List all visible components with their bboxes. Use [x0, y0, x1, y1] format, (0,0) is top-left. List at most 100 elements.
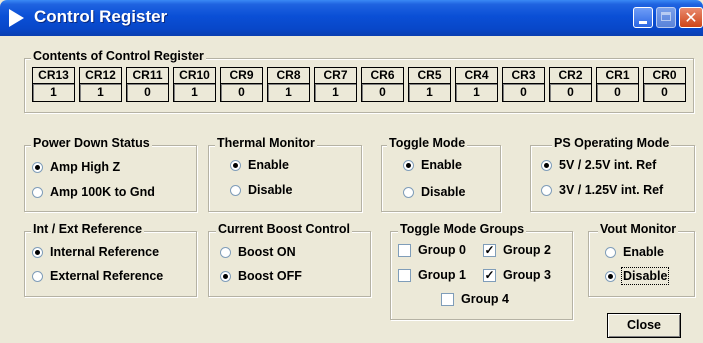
register-bit-value: 0 [361, 84, 404, 102]
group-1-checkbox-row[interactable]: Group 1 [398, 268, 466, 282]
reference-option-external[interactable]: External Reference [32, 269, 163, 283]
radio-power-down-1[interactable] [32, 186, 43, 198]
register-bit-cr11: CR11 0 [126, 67, 169, 104]
register-bit-label: CR2 [549, 67, 592, 84]
power-down-group [24, 145, 197, 212]
power-down-label-0: Amp High Z [50, 160, 121, 174]
toggle-mode-label-1: Disable [421, 185, 466, 199]
ps-mode-option-3v[interactable]: 3V / 1.25V int. Ref [541, 183, 663, 197]
register-bit-label: CR4 [455, 67, 498, 84]
ps-mode-group [530, 145, 695, 212]
thermal-label-0: Enable [248, 158, 289, 172]
register-bit-value: 0 [643, 84, 686, 102]
radio-boost-1[interactable] [220, 270, 231, 282]
register-bit-value: 1 [173, 84, 216, 102]
register-bit-cr3: CR3 0 [502, 67, 545, 104]
register-bit-label: CR5 [408, 67, 451, 84]
boost-option-off[interactable]: Boost OFF [220, 269, 302, 283]
checkbox-group-4[interactable] [441, 292, 454, 306]
group-2-checkbox-row[interactable]: ✓ Group 2 [483, 243, 551, 257]
register-bit-cr4: CR4 1 [455, 67, 498, 104]
toggle-mode-option-disable[interactable]: Disable [403, 185, 465, 199]
power-down-option-100k[interactable]: Amp 100K to Gnd [32, 185, 155, 199]
register-bit-label: CR3 [502, 67, 545, 84]
radio-boost-0[interactable] [220, 246, 231, 258]
reference-option-internal[interactable]: Internal Reference [32, 245, 159, 259]
group-0-checkbox-row[interactable]: Group 0 [398, 243, 466, 257]
thermal-legend: Thermal Monitor [215, 136, 317, 150]
group-4-label: Group 4 [461, 292, 509, 306]
radio-vout-1[interactable] [605, 270, 616, 282]
reference-label-1: External Reference [50, 269, 164, 283]
radio-ps-mode-0[interactable] [541, 159, 552, 171]
register-bit-cr6: CR6 0 [361, 67, 404, 104]
radio-reference-1[interactable] [32, 270, 43, 282]
vout-option-enable[interactable]: Enable [605, 245, 664, 259]
register-bit-label: CR9 [220, 67, 263, 84]
register-bit-label: CR12 [79, 67, 122, 84]
radio-ps-mode-1[interactable] [541, 184, 552, 196]
toggle-mode-label-0: Enable [421, 158, 462, 172]
thermal-option-enable[interactable]: Enable [230, 158, 289, 172]
radio-toggle-mode-1[interactable] [403, 186, 414, 198]
boost-label-0: Boost ON [238, 245, 296, 259]
register-bit-label: CR10 [173, 67, 216, 84]
control-register-window: Control Register ✕ Contents of Control R… [0, 0, 703, 343]
minimize-button[interactable] [633, 7, 653, 28]
checkbox-group-1[interactable] [398, 268, 411, 282]
radio-reference-0[interactable] [32, 246, 43, 258]
register-bit-label: CR1 [596, 67, 639, 84]
checkbox-group-3[interactable]: ✓ [483, 268, 496, 282]
vout-group [588, 231, 695, 297]
register-bit-label: CR8 [267, 67, 310, 84]
radio-thermal-1[interactable] [230, 184, 241, 196]
reference-legend: Int / Ext Reference [31, 222, 145, 236]
radio-vout-0[interactable] [605, 246, 616, 258]
checkbox-group-0[interactable] [398, 243, 411, 257]
close-button[interactable]: Close [607, 313, 681, 338]
close-window-button[interactable]: ✕ [679, 7, 703, 28]
register-bit-cr7: CR7 1 [314, 67, 357, 104]
radio-thermal-0[interactable] [230, 159, 241, 171]
app-arrow-icon [9, 9, 24, 27]
register-bit-cr8: CR8 1 [267, 67, 310, 104]
register-bit-grid: CR13 1 CR12 1 CR11 0 CR10 1 CR9 0 CR8 1 CR7 1 CR6 0 CR5 1… [32, 67, 686, 104]
register-bit-value: 1 [79, 84, 122, 102]
vout-option-disable[interactable]: Disable [605, 267, 670, 285]
vout-legend: Vout Monitor [598, 222, 679, 236]
register-bit-value: 1 [455, 84, 498, 102]
group-0-label: Group 0 [418, 243, 466, 257]
register-bit-cr10: CR10 1 [173, 67, 216, 104]
group-4-checkbox-row[interactable]: Group 4 [441, 292, 509, 306]
toggle-mode-option-enable[interactable]: Enable [403, 158, 462, 172]
radio-toggle-mode-0[interactable] [403, 159, 414, 171]
close-icon: ✕ [684, 8, 698, 27]
group-3-checkbox-row[interactable]: ✓ Group 3 [483, 268, 551, 282]
register-bit-value: 1 [408, 84, 451, 102]
group-1-label: Group 1 [418, 268, 466, 282]
vout-label-1: Disable [620, 267, 670, 285]
register-bit-value: 1 [32, 84, 75, 102]
register-bit-cr9: CR9 0 [220, 67, 263, 104]
thermal-group [208, 145, 362, 212]
power-down-label-1: Amp 100K to Gnd [50, 185, 155, 199]
register-bit-cr1: CR1 0 [596, 67, 639, 104]
register-bit-value: 1 [314, 84, 357, 102]
register-bit-label: CR6 [361, 67, 404, 84]
boost-option-on[interactable]: Boost ON [220, 245, 296, 259]
title-bar[interactable]: Control Register ✕ [0, 0, 703, 36]
register-bit-value: 0 [126, 84, 169, 102]
boost-legend: Current Boost Control [216, 222, 352, 236]
power-down-option-high-z[interactable]: Amp High Z [32, 160, 120, 174]
register-bit-value: 0 [596, 84, 639, 102]
ps-mode-option-5v[interactable]: 5V / 2.5V int. Ref [541, 158, 656, 172]
vout-label-0: Enable [623, 245, 664, 259]
boost-label-1: Boost OFF [238, 269, 302, 283]
group-2-label: Group 2 [503, 243, 551, 257]
thermal-option-disable[interactable]: Disable [230, 183, 292, 197]
boost-group [208, 231, 371, 297]
reference-label-0: Internal Reference [50, 245, 160, 259]
radio-power-down-0[interactable] [32, 161, 43, 173]
register-legend: Contents of Control Register [31, 49, 206, 63]
checkbox-group-2[interactable]: ✓ [483, 243, 496, 257]
